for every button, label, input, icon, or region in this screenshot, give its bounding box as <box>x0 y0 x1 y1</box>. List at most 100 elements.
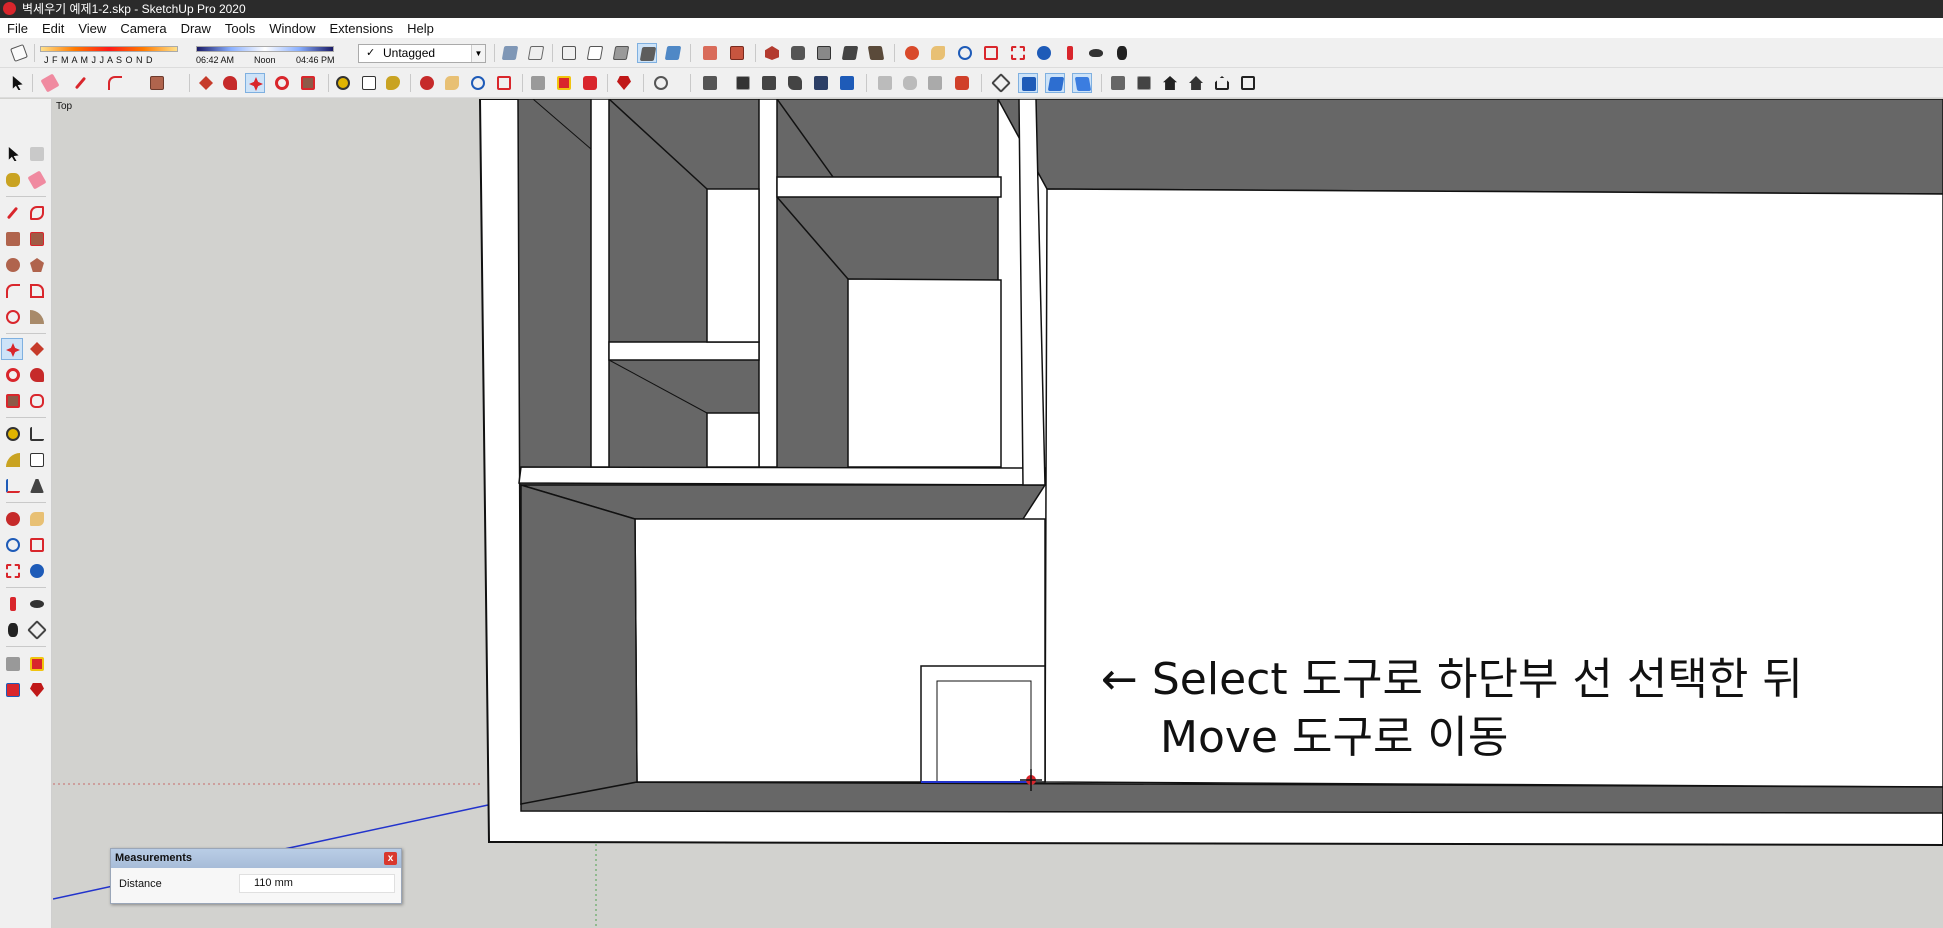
zoom-icon[interactable] <box>955 43 975 63</box>
freehand-icon[interactable] <box>26 202 48 224</box>
rotated-rectangle-icon[interactable] <box>26 228 48 250</box>
section-plane-icon[interactable] <box>700 43 720 63</box>
position-camera-icon[interactable] <box>2 593 24 615</box>
position-camera-icon[interactable] <box>1060 43 1080 63</box>
hidden-line-icon[interactable] <box>585 43 605 63</box>
two-point-arc-icon[interactable] <box>26 280 48 302</box>
home-icon[interactable] <box>1186 73 1206 93</box>
close-icon[interactable]: x <box>384 852 397 865</box>
follow-me-icon[interactable] <box>26 364 48 386</box>
eraser-icon[interactable] <box>26 169 48 191</box>
xray-icon[interactable] <box>500 43 520 63</box>
text-icon[interactable] <box>26 449 48 471</box>
iso-view-icon[interactable] <box>762 43 782 63</box>
measurements-value-field[interactable]: 110 mm <box>239 874 395 893</box>
text-icon[interactable] <box>359 73 379 93</box>
section-cut-icon[interactable] <box>727 43 747 63</box>
top-view-icon[interactable] <box>788 43 808 63</box>
front-view-icon[interactable] <box>814 43 834 63</box>
axes-icon[interactable] <box>2 475 24 497</box>
paint-bucket-icon[interactable] <box>383 73 403 93</box>
select-icon[interactable] <box>2 143 24 165</box>
extension-warehouse-icon[interactable] <box>1134 73 1154 93</box>
make-component-icon[interactable] <box>700 73 720 93</box>
zoom-icon[interactable] <box>468 73 488 93</box>
zoom-icon[interactable] <box>2 534 24 556</box>
orbit-icon[interactable] <box>417 73 437 93</box>
orbit-icon[interactable] <box>902 43 922 63</box>
menu-window[interactable]: Window <box>262 21 322 36</box>
zoom-extents-icon[interactable] <box>2 560 24 582</box>
arc-icon[interactable] <box>2 280 24 302</box>
ruby-icon[interactable] <box>26 679 48 701</box>
union-icon[interactable] <box>785 73 805 93</box>
section-plane-icon[interactable] <box>26 619 48 641</box>
eraser-icon[interactable] <box>40 73 60 93</box>
pan-icon[interactable] <box>928 43 948 63</box>
section-plane-icon[interactable] <box>991 73 1011 93</box>
shaded-textures-icon[interactable] <box>637 43 657 63</box>
stamp-icon[interactable] <box>925 73 945 93</box>
rectangle-icon[interactable] <box>2 228 24 250</box>
menu-edit[interactable]: Edit <box>35 21 71 36</box>
scale-icon[interactable] <box>2 390 24 412</box>
warehouse-icon[interactable] <box>2 653 24 675</box>
tape-measure-icon[interactable] <box>2 423 24 445</box>
tag-icon[interactable] <box>1238 73 1258 93</box>
rectangle-icon[interactable] <box>147 73 167 93</box>
rotate-icon[interactable] <box>2 364 24 386</box>
warehouse-icon[interactable] <box>528 73 548 93</box>
push-pull-icon[interactable] <box>196 73 216 93</box>
pan-icon[interactable] <box>442 73 462 93</box>
previous-view-icon[interactable] <box>26 560 48 582</box>
menu-camera[interactable]: Camera <box>113 21 173 36</box>
extension-icon[interactable] <box>554 73 574 93</box>
rotate-icon[interactable] <box>272 73 292 93</box>
circle-icon[interactable] <box>2 254 24 276</box>
house-outline-icon[interactable] <box>1212 73 1232 93</box>
outer-shell-icon[interactable] <box>733 73 753 93</box>
move-icon[interactable] <box>245 73 265 93</box>
menu-tools[interactable]: Tools <box>218 21 262 36</box>
push-pull-icon[interactable] <box>26 338 48 360</box>
protractor-icon[interactable] <box>2 449 24 471</box>
follow-me-icon[interactable] <box>220 73 240 93</box>
line-icon[interactable] <box>2 202 24 224</box>
shadow-time-slider[interactable]: 06:42 AM Noon 04:46 PM <box>196 41 336 67</box>
display-section-planes-icon[interactable] <box>1018 73 1038 93</box>
wireframe-icon[interactable] <box>559 43 579 63</box>
tape-measure-icon[interactable] <box>333 73 353 93</box>
sandbox-icon[interactable] <box>875 73 895 93</box>
previous-view-icon[interactable] <box>1034 43 1054 63</box>
orbit-icon[interactable] <box>2 508 24 530</box>
select-icon[interactable] <box>7 73 27 93</box>
offset-icon[interactable] <box>26 390 48 412</box>
move-icon[interactable] <box>1 338 23 360</box>
line-icon[interactable] <box>70 73 90 93</box>
walk-icon[interactable] <box>2 619 24 641</box>
3d-text-icon[interactable] <box>26 475 48 497</box>
arc-icon[interactable] <box>105 73 125 93</box>
display-section-fill-icon[interactable] <box>1072 73 1092 93</box>
drape-icon[interactable] <box>952 73 972 93</box>
send-to-layout-icon[interactable] <box>2 679 24 701</box>
user-icon[interactable] <box>651 73 671 93</box>
warehouse-icon[interactable] <box>1108 73 1128 93</box>
scale-icon[interactable] <box>298 73 318 93</box>
monochrome-icon[interactable] <box>663 43 683 63</box>
extension-warehouse-icon[interactable] <box>26 653 48 675</box>
menu-help[interactable]: Help <box>400 21 441 36</box>
look-around-icon[interactable] <box>1086 43 1106 63</box>
zoom-extents-icon[interactable] <box>494 73 514 93</box>
chevron-down-icon[interactable]: ▼ <box>471 45 485 62</box>
dimension-icon[interactable] <box>26 423 48 445</box>
polygon-icon[interactable] <box>26 254 48 276</box>
back-edges-icon[interactable] <box>526 43 546 63</box>
model-drawing[interactable] <box>53 99 1943 928</box>
back-view-icon[interactable] <box>866 43 886 63</box>
zoom-extents-icon[interactable] <box>1008 43 1028 63</box>
make-component-icon[interactable] <box>26 143 48 165</box>
ruby-console-icon[interactable] <box>614 73 634 93</box>
menu-draw[interactable]: Draw <box>174 21 218 36</box>
tag-dropdown[interactable]: ✓ Untagged ▼ <box>358 44 486 63</box>
